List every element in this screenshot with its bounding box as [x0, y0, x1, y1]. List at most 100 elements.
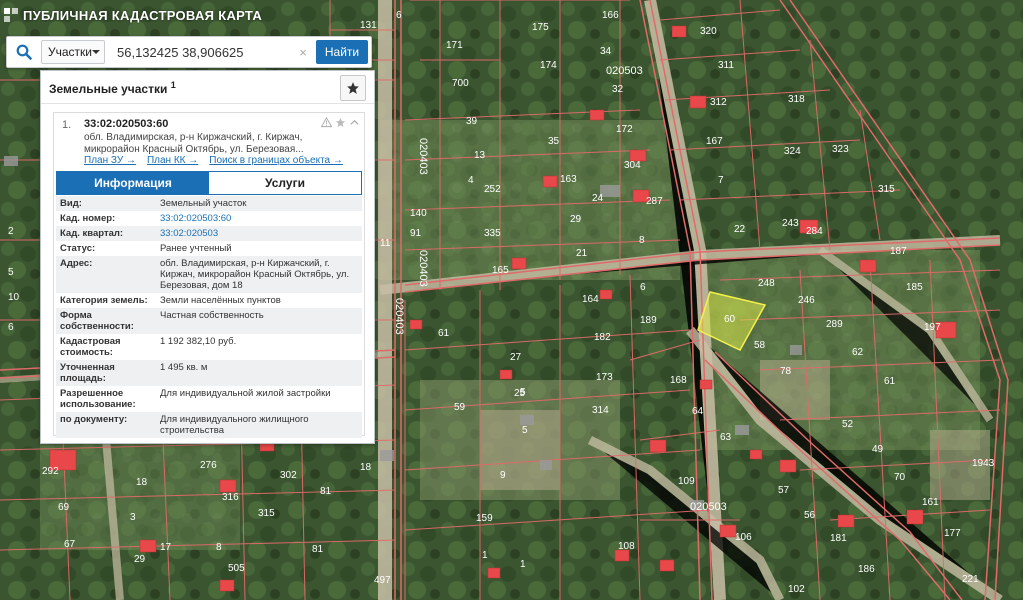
info-key: Уточненная площадь: [60, 362, 115, 384]
search-type-select[interactable]: Участки [41, 40, 105, 64]
plot-number-label: 181 [830, 533, 847, 544]
plot-number-label: 64 [692, 406, 704, 417]
plot-number-label: 318 [788, 94, 805, 105]
plot-number-label: 10 [8, 292, 20, 303]
plot-number-label: 61 [884, 376, 896, 387]
plot-number-label: 311 [718, 60, 734, 71]
app-title: ПУБЛИЧНАЯ КАДАСТРОВАЯ КАРТА [4, 5, 262, 25]
info-value: Земельный участок [160, 198, 247, 209]
plot-number-label: 159 [476, 513, 493, 524]
plot-number-label: 320 [700, 26, 717, 37]
plot-number-label: 189 [640, 315, 657, 326]
quarter-number-label: 020403 [417, 138, 429, 175]
plot-number-label: 314 [592, 405, 609, 416]
results-count: 1 [170, 80, 176, 90]
clear-icon[interactable]: × [296, 45, 310, 60]
plot-number-label: 69 [58, 502, 70, 513]
plot-number-label: 8 [216, 542, 222, 553]
info-key: Вид: [60, 198, 82, 209]
plot-number-label: 276 [200, 460, 217, 471]
plot-number-label: 324 [784, 146, 801, 157]
plot-number-label: 284 [806, 226, 823, 237]
plot-number-label: 109 [678, 476, 695, 487]
plot-number-label: 323 [832, 144, 849, 155]
quarter-number-label: 020403 [393, 298, 405, 335]
plot-number-label: 21 [576, 248, 588, 259]
plan-zu-link[interactable]: План ЗУ → [84, 155, 136, 166]
info-key: Форма собственности: [60, 310, 134, 332]
info-key: Адрес: [60, 258, 93, 269]
plot-number-label: 175 [532, 22, 549, 33]
rosreestr-logo-icon [4, 8, 18, 22]
plot-number-label: 187 [890, 246, 907, 257]
plot-number-label: 312 [710, 97, 727, 108]
plot-number-label: 140 [410, 208, 427, 219]
plot-number-label: 52 [842, 419, 854, 430]
plot-number-label: 57 [778, 485, 790, 496]
info-key: Кад. квартал: [60, 228, 124, 239]
plot-number-label: 58 [754, 340, 766, 351]
star-outline-icon[interactable] [335, 117, 346, 128]
info-row: Кад. номер: 33:02:020503:60 [56, 211, 362, 226]
plot-number-label: 289 [826, 319, 843, 330]
info-row: Вид: Земельный участок [56, 196, 362, 211]
plot-number-label: 27 [510, 352, 522, 363]
plot-number-label: 9 [500, 470, 506, 481]
app-title-text: ПУБЛИЧНАЯ КАДАСТРОВАЯ КАРТА [23, 7, 263, 23]
chevron-up-icon[interactable] [349, 117, 360, 128]
info-row: Уточненная площадь: 1 495 кв. м [56, 360, 362, 386]
info-key: Статус: [60, 243, 96, 254]
plot-number-label: 32 [612, 84, 624, 95]
results-panel: Земельные участки 1 1. 33:02:020503:60 о… [40, 70, 375, 444]
plot-number-label: 287 [646, 196, 663, 207]
info-key: Категория земель: [60, 295, 148, 306]
plot-number-label: 182 [594, 332, 611, 343]
plot-number-label: 29 [570, 214, 582, 225]
plot-number-label: 497 [374, 575, 391, 586]
info-row: Категория земель: Земли населённых пункто… [56, 293, 362, 308]
plot-number-label: 315 [258, 508, 275, 519]
plot-number-label: 302 [280, 470, 297, 481]
panel-header: Земельные участки 1 [41, 71, 374, 104]
info-key: Разрешенное использование: [60, 388, 136, 410]
plot-number-label: 1943 [972, 458, 995, 469]
plot-number-label: 13 [474, 150, 486, 161]
info-row: Кад. квартал: 33:02:020503 [56, 226, 362, 241]
plot-number-label: 63 [720, 432, 732, 443]
plot-number-label: 171 [446, 40, 463, 51]
info-value[interactable]: 33:02:020503 [156, 226, 362, 241]
plot-number-label: 81 [320, 486, 332, 497]
info-value: Ранее учтенный [160, 243, 232, 254]
plot-number-label: 167 [706, 136, 723, 147]
tab-services[interactable]: Услуги [209, 172, 361, 194]
search-input[interactable] [111, 40, 296, 64]
plot-number-label: 106 [735, 532, 752, 543]
plot-number-label: 60 [724, 314, 736, 325]
warning-icon[interactable] [321, 117, 332, 128]
plot-number-label: 22 [734, 224, 746, 235]
object-cad-number[interactable]: 33:02:020503:60 [84, 118, 168, 130]
search-icon[interactable] [7, 37, 41, 67]
info-value: Земли населённых пунктов [160, 295, 281, 306]
find-button[interactable]: Найти [316, 40, 368, 64]
plot-number-label: 177 [944, 528, 961, 539]
quarter-number-label: 020503 [606, 65, 643, 77]
plot-number-label: 1 [520, 559, 526, 570]
plot-number-label: 34 [600, 46, 612, 57]
plot-number-label: 197 [924, 322, 941, 333]
quarter-number-label: 020503 [690, 501, 727, 513]
info-row: Адрес: обл. Владимирская, р-н Киржачский,… [56, 256, 362, 293]
plot-number-label: 39 [466, 116, 478, 127]
favorite-button[interactable] [340, 75, 366, 101]
info-value[interactable]: 33:02:020503:60 [156, 211, 362, 226]
plot-number-label: 304 [624, 160, 641, 171]
search-in-bounds-link[interactable]: Поиск в границах объекта → [209, 155, 343, 166]
plot-number-label: 5 [8, 267, 14, 278]
plot-number-label: 67 [64, 539, 76, 550]
plan-kk-link[interactable]: План КК → [147, 155, 198, 166]
plot-number-label: 246 [798, 295, 815, 306]
tab-information[interactable]: Информация [57, 172, 209, 194]
plot-number-label: 316 [222, 492, 239, 503]
plot-number-label: 18 [360, 462, 372, 473]
plot-number-label: 70 [894, 472, 906, 483]
